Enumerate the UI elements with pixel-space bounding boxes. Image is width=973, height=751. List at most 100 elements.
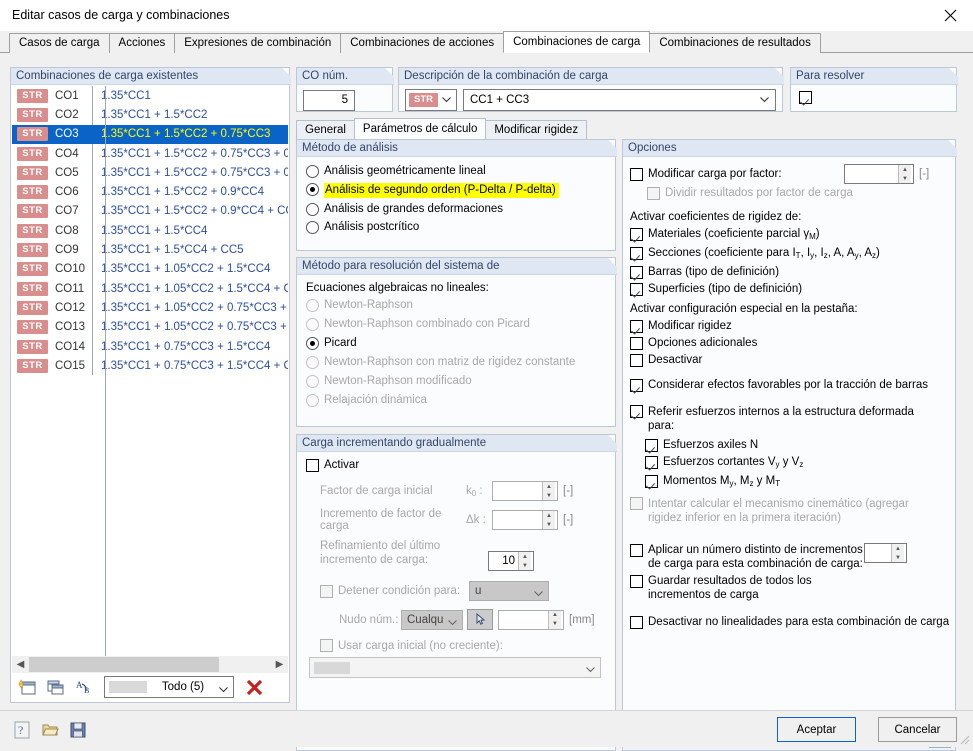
- table-row[interactable]: STR CO15 1.35*CC1 + 0.75*CC3 + 1.5*CC4 + C: [12, 356, 288, 376]
- table-row[interactable]: STR CO1 1.35*CC1: [12, 86, 288, 106]
- chevron-right-icon[interactable]: ▶: [271, 656, 288, 673]
- table-row[interactable]: STR CO12 1.35*CC1 + 1.05*CC2 + 0.75*CC3 +: [12, 298, 288, 318]
- table-row[interactable]: STR CO6 1.35*CC1 + 1.5*CC2 + 0.9*CC4: [12, 182, 288, 202]
- refer-force-item[interactable]: Esfuerzos axiles N: [645, 439, 955, 452]
- stop-condition-select[interactable]: u: [469, 581, 549, 601]
- special-setting-item[interactable]: Desactivar: [630, 354, 955, 367]
- solver-method-radio[interactable]: [306, 337, 319, 350]
- special-setting-checkbox[interactable]: [630, 337, 643, 350]
- kinematic-mechanism-checkbox[interactable]: [630, 497, 643, 510]
- accept-button[interactable]: Aceptar: [777, 717, 856, 742]
- analysis-method-radio[interactable]: [306, 183, 319, 196]
- node-value-input[interactable]: ▲ ▼: [498, 609, 564, 630]
- co-number-input[interactable]: 5: [303, 90, 355, 111]
- spinner-buttons[interactable]: ▲ ▼: [542, 511, 555, 529]
- refer-force-item[interactable]: Momentos My, Mz y MT: [645, 475, 955, 490]
- solver-method-radio[interactable]: [306, 394, 319, 407]
- combination-filter-select[interactable]: Todo (5): [104, 676, 234, 698]
- scroll-thumb[interactable]: [29, 657, 219, 672]
- stiffness-checkbox[interactable]: [630, 266, 643, 279]
- favorable-effects-checkbox[interactable]: [630, 379, 643, 392]
- spinner-buttons[interactable]: ▲ ▼: [548, 610, 561, 629]
- cancel-button[interactable]: Cancelar: [878, 717, 957, 742]
- rename-combination-icon[interactable]: A B: [71, 675, 96, 699]
- table-row[interactable]: STR CO8 1.35*CC1 + 1.5*CC4: [12, 221, 288, 241]
- solver-method-radio[interactable]: [306, 356, 319, 369]
- table-row[interactable]: STR CO14 1.35*CC1 + 0.75*CC3 + 1.5*CC4: [12, 336, 288, 357]
- spinner-buttons[interactable]: ▲ ▼: [542, 482, 555, 500]
- initial-load-checkbox[interactable]: [320, 639, 333, 652]
- new-combination-icon[interactable]: [15, 675, 40, 699]
- stiffness-item[interactable]: Barras (tipo de definición): [630, 266, 955, 279]
- tab-expresiones-de-combinación[interactable]: Expresiones de combinación: [174, 33, 342, 53]
- scroll-track[interactable]: [29, 656, 271, 673]
- special-setting-item[interactable]: Opciones adicionales: [630, 337, 955, 350]
- distinct-increments-checkbox[interactable]: [630, 544, 643, 557]
- resize-grip-icon[interactable]: [958, 733, 970, 745]
- save-all-increments-checkbox[interactable]: [630, 575, 643, 588]
- spinner-buttons[interactable]: ▲ ▼: [518, 552, 531, 570]
- combinations-list[interactable]: STR CO1 1.35*CC1 STR CO2 1.35*CC1 + 1.5*CC2 ST…: [12, 86, 288, 676]
- list-horizontal-scrollbar[interactable]: ◀ ▶: [12, 656, 288, 673]
- analysis-method-radio[interactable]: [306, 221, 319, 234]
- design-situation-select[interactable]: STR: [405, 89, 457, 111]
- stiffness-checkbox[interactable]: [630, 247, 643, 260]
- tab-combinaciones-de-acciones[interactable]: Combinaciones de acciones: [340, 33, 505, 53]
- special-setting-checkbox[interactable]: [630, 320, 643, 333]
- deactivate-nonlinearities-checkbox[interactable]: [630, 616, 643, 629]
- to-solve-checkbox[interactable]: [799, 91, 812, 104]
- tab-combinaciones-de-carga[interactable]: Combinaciones de carga: [503, 31, 651, 53]
- analysis-method-option[interactable]: Análisis de grandes deformaciones: [306, 203, 615, 216]
- solver-method-radio[interactable]: [306, 299, 319, 312]
- table-row[interactable]: STR CO5 1.35*CC1 + 1.5*CC2 + 0.75*CC3 + 0: [12, 163, 288, 183]
- table-row[interactable]: STR CO7 1.35*CC1 + 1.5*CC2 + 0.9*CC4 + CC: [12, 201, 288, 222]
- refer-force-checkbox[interactable]: [645, 456, 658, 469]
- spinner-buttons[interactable]: ▲ ▼: [898, 165, 911, 183]
- table-row[interactable]: STR CO3 1.35*CC1 + 1.5*CC2 + 0.75*CC3: [12, 124, 288, 144]
- pick-node-icon[interactable]: [467, 609, 493, 630]
- save-icon[interactable]: [66, 718, 90, 741]
- analysis-method-option[interactable]: Análisis postcrítico: [306, 221, 615, 234]
- tab-casos-de-carga[interactable]: Casos de carga: [9, 33, 110, 53]
- inner-tab-general[interactable]: General: [296, 120, 355, 139]
- load-factor-increment-input[interactable]: ▲ ▼: [492, 510, 558, 530]
- tab-acciones[interactable]: Acciones: [108, 33, 176, 53]
- solver-method-radio[interactable]: [306, 375, 319, 388]
- table-row[interactable]: STR CO2 1.35*CC1 + 1.5*CC2: [12, 105, 288, 125]
- analysis-method-radio[interactable]: [306, 165, 319, 178]
- help-icon[interactable]: ?: [10, 718, 34, 741]
- chevron-left-icon[interactable]: ◀: [12, 656, 29, 673]
- table-row[interactable]: STR CO4 1.35*CC1 + 1.5*CC2 + 0.75*CC3 + 0: [12, 143, 288, 164]
- divide-results-checkbox[interactable]: [647, 187, 660, 200]
- initial-load-select[interactable]: [309, 657, 601, 678]
- spinner-buttons[interactable]: ▲ ▼: [891, 544, 904, 562]
- solver-method-option[interactable]: Picard: [306, 337, 615, 350]
- solver-method-option[interactable]: Relajación dinámica: [306, 394, 615, 407]
- distinct-increments-input[interactable]: ▲ ▼: [864, 543, 907, 563]
- solver-method-option[interactable]: Newton-Raphson modificado: [306, 375, 615, 388]
- stiffness-checkbox[interactable]: [630, 283, 643, 296]
- close-icon[interactable]: [927, 0, 973, 31]
- stiffness-item[interactable]: Materiales (coeficiente parcial γM): [630, 228, 955, 243]
- solver-method-option[interactable]: Newton-Raphson con matriz de rigidez con…: [306, 356, 615, 369]
- initial-load-factor-input[interactable]: ▲ ▼: [492, 481, 558, 501]
- stiffness-item[interactable]: Superficies (tipo de definición): [630, 283, 955, 296]
- special-setting-item[interactable]: Modificar rigidez: [630, 320, 955, 333]
- delete-icon[interactable]: [241, 675, 267, 699]
- solver-method-option[interactable]: Newton-Raphson combinado con Picard: [306, 318, 615, 331]
- tab-combinaciones-de-resultados[interactable]: Combinaciones de resultados: [649, 33, 821, 53]
- analysis-method-option[interactable]: Análisis de segundo orden (P-Delta / P-d…: [306, 183, 615, 198]
- copy-combination-icon[interactable]: [43, 675, 68, 699]
- open-folder-icon[interactable]: [38, 718, 62, 741]
- refinement-input[interactable]: 10 ▲ ▼: [488, 551, 534, 571]
- incremental-activate-checkbox[interactable]: [306, 459, 319, 472]
- modify-load-factor-checkbox[interactable]: [630, 167, 643, 181]
- node-number-select[interactable]: Cualquie: [401, 609, 463, 630]
- description-input[interactable]: CC1 + CC3: [463, 89, 776, 111]
- table-row[interactable]: STR CO13 1.35*CC1 + 1.05*CC2 + 0.75*CC3 +: [12, 317, 288, 337]
- refer-force-checkbox[interactable]: [645, 475, 658, 488]
- inner-tab-parámetros-de-cálculo[interactable]: Parámetros de cálculo: [353, 118, 487, 139]
- table-row[interactable]: STR CO11 1.35*CC1 + 1.05*CC2 + 1.5*CC4 + C: [12, 278, 288, 299]
- modify-load-factor-input[interactable]: ▲ ▼: [844, 164, 914, 184]
- analysis-method-option[interactable]: Análisis geométricamente lineal: [306, 165, 615, 178]
